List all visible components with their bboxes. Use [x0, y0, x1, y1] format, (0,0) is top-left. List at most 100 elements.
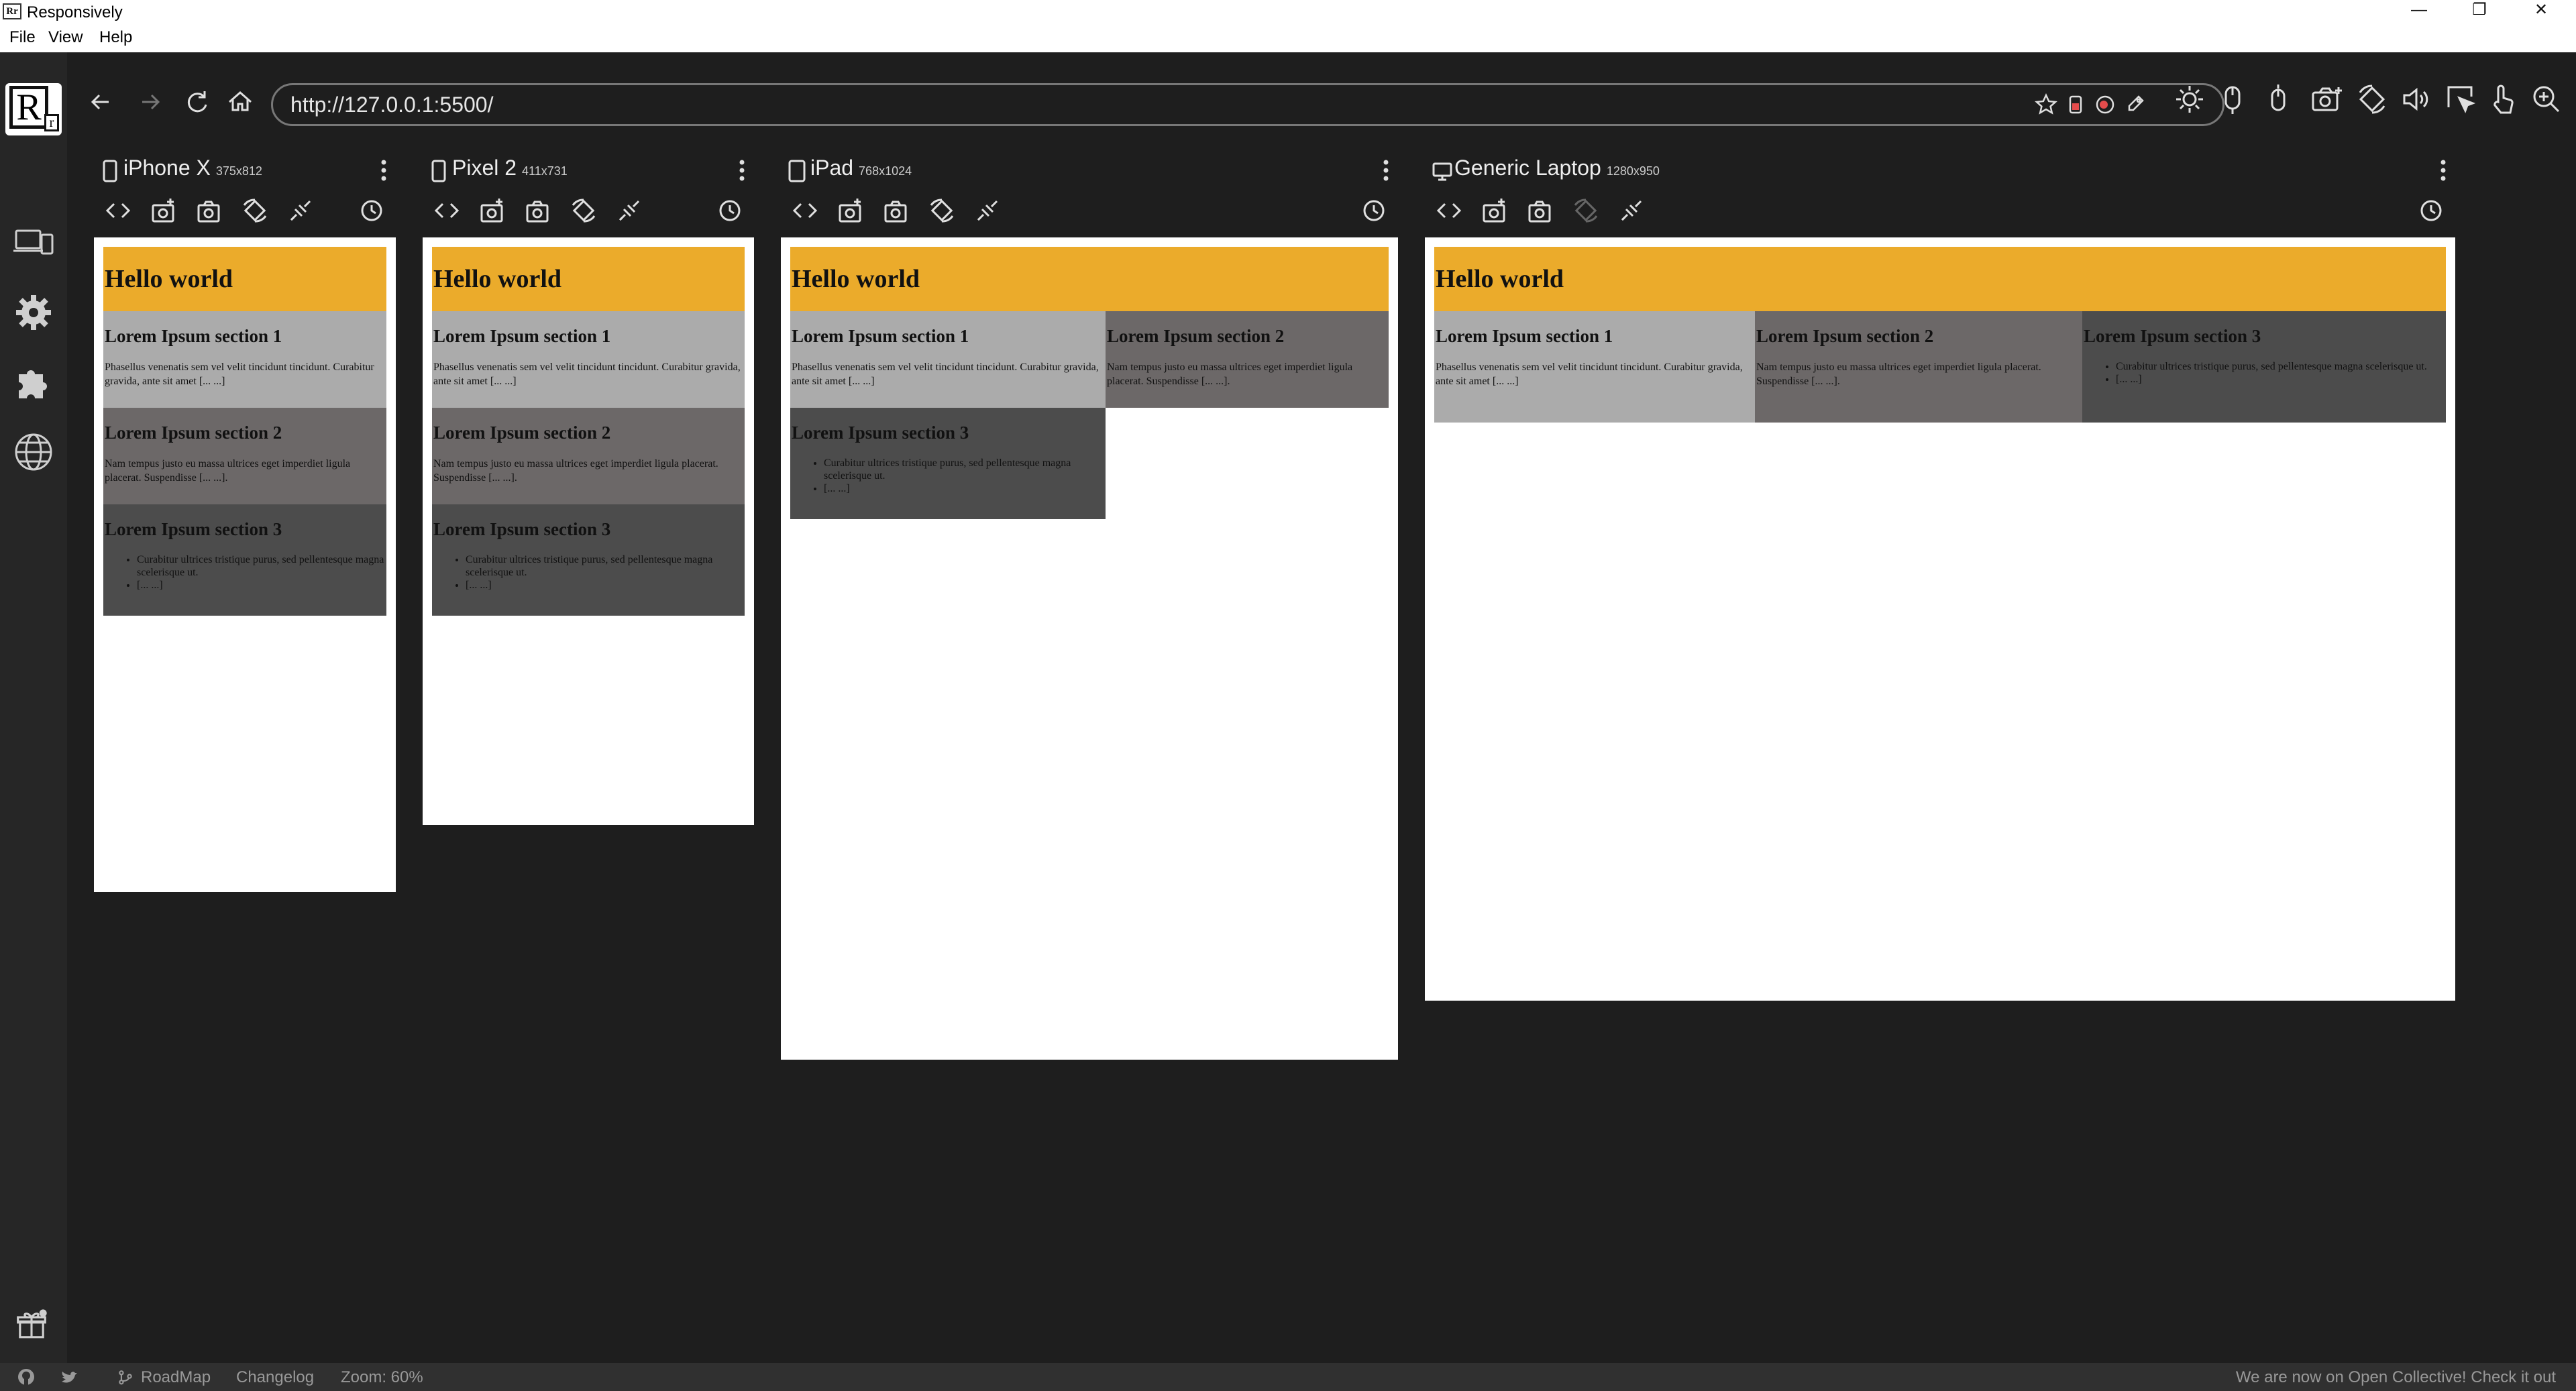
screenshot-camera-icon[interactable] — [193, 194, 225, 227]
section-list: Curabitur ultrices tristique purus, sed … — [2084, 360, 2445, 386]
page-section-3: Lorem Ipsum section 3 Curabitur ultrices… — [790, 408, 1106, 519]
zoom-in-icon[interactable] — [2528, 80, 2565, 118]
menu-bar: File View Help — [0, 23, 2576, 52]
section-text: Phasellus venenatis sem vel velit tincid… — [433, 361, 741, 387]
menu-view[interactable]: View — [48, 28, 83, 47]
back-arrow-icon[interactable] — [82, 83, 119, 121]
inspect-mouse-icon[interactable] — [2214, 80, 2251, 118]
screenshot-camera-icon[interactable] — [1524, 194, 1556, 227]
page-section-2: Lorem Ipsum section 2 Nam tempus justo e… — [1755, 311, 2082, 423]
address-url[interactable]: http://127.0.0.1:5500/ — [290, 85, 493, 128]
rotate-icon[interactable] — [239, 194, 271, 227]
device-toolbar — [94, 194, 396, 228]
disconnect-plug-icon[interactable] — [284, 194, 317, 227]
scroll-sync-icon[interactable] — [2415, 194, 2447, 227]
device-resolution: 768x1024 — [859, 164, 912, 178]
section-text: Nam tempus justo eu massa ultrices eget … — [105, 458, 351, 484]
device-menu-dots-icon[interactable] — [377, 157, 390, 184]
scroll-sync-icon[interactable] — [714, 194, 746, 227]
screenshot-full-icon[interactable] — [148, 194, 180, 227]
device-menu-dots-icon[interactable] — [2436, 157, 2450, 184]
section-title: Lorem Ipsum section 1 — [1436, 326, 1613, 346]
page-section-2: Lorem Ipsum section 2 Nam tempus justo e… — [432, 408, 745, 504]
menu-help[interactable]: Help — [99, 28, 132, 47]
zoom-level: Zoom: 60% — [341, 1368, 423, 1386]
mobile-phone-icon — [101, 160, 119, 182]
theme-sun-icon[interactable] — [2171, 80, 2208, 118]
device-resolution: 375x812 — [215, 164, 262, 178]
rotate-devices-icon[interactable] — [2353, 80, 2391, 118]
device-menu-dots-icon[interactable] — [735, 157, 749, 184]
screenshot-camera-icon[interactable] — [2308, 80, 2345, 118]
settings-gear-icon[interactable] — [12, 291, 55, 334]
restore-button[interactable]: ❐ — [2458, 0, 2501, 23]
section-text: Phasellus venenatis sem vel velit tincid… — [792, 361, 1099, 387]
page-section-3: Lorem Ipsum section 3 Curabitur ultrices… — [103, 504, 386, 616]
address-bar[interactable]: http://127.0.0.1:5500/ — [271, 83, 2224, 126]
disconnect-plug-icon[interactable] — [1615, 194, 1648, 227]
section-text: Nam tempus justo eu massa ultrices eget … — [433, 458, 718, 484]
clear-storage-icon[interactable] — [2062, 91, 2089, 118]
device-viewport[interactable]: Hello world Lorem Ipsum section 1 Phasel… — [1425, 237, 2455, 1001]
devtools-code-icon[interactable] — [102, 194, 134, 227]
reload-icon[interactable] — [178, 83, 216, 121]
section-title: Lorem Ipsum section 1 — [105, 326, 282, 346]
device-header: iPad 768x1024 — [781, 150, 1398, 190]
forward-arrow-icon[interactable] — [131, 83, 169, 121]
menu-file[interactable]: File — [9, 28, 36, 47]
device-resolution: 411x731 — [522, 164, 568, 178]
twitter-icon[interactable] — [59, 1367, 79, 1387]
close-button[interactable]: ✕ — [2520, 0, 2563, 23]
github-icon[interactable] — [16, 1367, 36, 1387]
screenshot-full-icon[interactable] — [835, 194, 867, 227]
screenshot-full-icon[interactable] — [1479, 194, 1511, 227]
list-item: Curabitur ultrices tristique purus, sed … — [2116, 360, 2445, 373]
page-section-1: Lorem Ipsum section 1 Phasellus venenati… — [1434, 311, 1755, 423]
section-list: Curabitur ultrices tristique purus, sed … — [433, 553, 743, 592]
devtools-code-icon[interactable] — [1433, 194, 1465, 227]
page-section-3: Lorem Ipsum section 3 Curabitur ultrices… — [432, 504, 745, 616]
app-logo[interactable]: R r — [5, 83, 62, 135]
device-menu-dots-icon[interactable] — [1379, 157, 1393, 184]
rotate-icon[interactable] — [926, 194, 958, 227]
device-viewport[interactable]: Hello world Lorem Ipsum section 1 Phasel… — [423, 237, 754, 825]
open-collective-banner[interactable]: We are now on Open Collective! Check it … — [2236, 1368, 2556, 1387]
mouse-icon[interactable] — [2259, 80, 2297, 118]
network-globe-icon[interactable] — [12, 431, 55, 474]
screenshot-camera-icon[interactable] — [522, 194, 554, 227]
disconnect-plug-icon[interactable] — [971, 194, 1004, 227]
section-list: Curabitur ultrices tristique purus, sed … — [105, 553, 385, 592]
device-iphone-x: iPhone X 375x812 Hello world Lorem Ipsum … — [94, 150, 396, 892]
devtools-code-icon[interactable] — [431, 194, 463, 227]
disconnect-plug-icon[interactable] — [613, 194, 645, 227]
device-viewport[interactable]: Hello world Lorem Ipsum section 1 Phasel… — [781, 237, 1398, 1060]
minimize-button[interactable]: — — [2398, 0, 2440, 23]
scroll-sync-icon[interactable] — [1358, 194, 1390, 227]
section-list: Curabitur ultrices tristique purus, sed … — [792, 457, 1104, 495]
extensions-puzzle-icon[interactable] — [12, 361, 55, 404]
roadmap-link[interactable]: RoadMap — [141, 1368, 211, 1387]
devtools-code-icon[interactable] — [789, 194, 821, 227]
home-icon[interactable] — [221, 83, 259, 121]
location-pin-icon[interactable] — [2121, 91, 2148, 118]
volume-icon[interactable] — [2398, 80, 2435, 118]
mobile-phone-icon — [429, 160, 448, 182]
bookmark-star-icon[interactable] — [2033, 91, 2059, 118]
rotate-icon[interactable] — [568, 194, 600, 227]
clear-cookies-icon[interactable] — [2092, 91, 2118, 118]
screenshot-camera-icon[interactable] — [880, 194, 912, 227]
touch-hand-icon[interactable] — [2483, 80, 2521, 118]
scroll-sync-icon[interactable] — [356, 194, 388, 227]
status-bar: RoadMap Changelog Zoom: 60% We are now o… — [0, 1363, 2576, 1391]
section-text: Nam tempus justo eu massa ultrices eget … — [1107, 361, 1353, 387]
page-section-1: Lorem Ipsum section 1 Phasellus venenati… — [103, 311, 386, 408]
screenshot-full-icon[interactable] — [476, 194, 508, 227]
gift-icon[interactable] — [15, 1308, 48, 1341]
list-item: Curabitur ultrices tristique purus, sed … — [137, 553, 385, 579]
device-toolbar — [1425, 194, 2455, 228]
section-title: Lorem Ipsum section 2 — [1756, 326, 1934, 346]
element-select-icon[interactable] — [2442, 80, 2479, 118]
devices-icon[interactable] — [12, 221, 55, 264]
device-viewport[interactable]: Hello world Lorem Ipsum section 1 Phasel… — [94, 237, 396, 892]
changelog-link[interactable]: Changelog — [236, 1368, 314, 1387]
